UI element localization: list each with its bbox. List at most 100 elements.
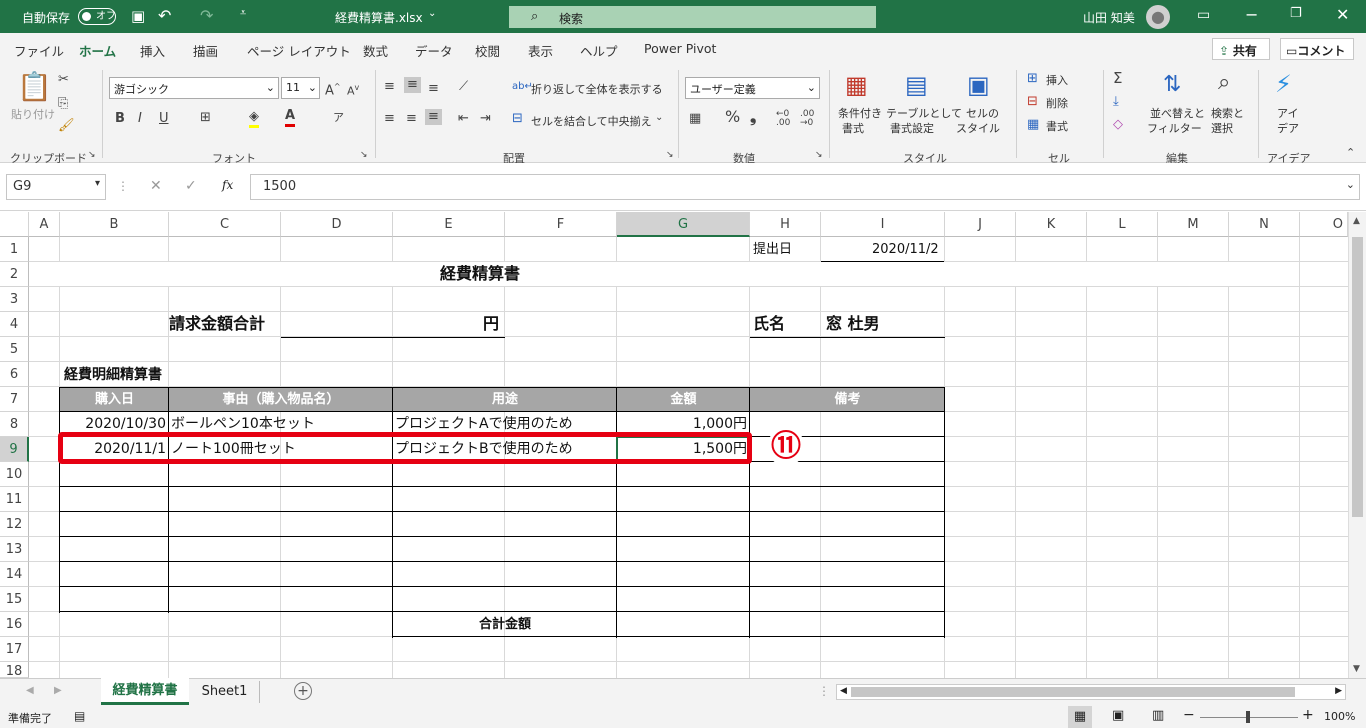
table-header-notes[interactable]: 備考 — [750, 387, 945, 412]
align-top-icon[interactable]: ≡ — [384, 79, 395, 95]
row-header-selected[interactable]: 9 — [0, 437, 29, 462]
decrease-indent-icon[interactable]: ⇤ — [458, 111, 469, 127]
merge-center-button[interactable]: セルを結合して中央揃え — [531, 113, 652, 129]
scrollbar-thumb[interactable] — [1352, 237, 1363, 517]
close-icon[interactable]: ✕ — [1336, 5, 1349, 24]
font-launcher-icon[interactable]: ↘ — [360, 150, 368, 160]
borders-icon[interactable]: ⊞ — [200, 110, 211, 126]
increase-font-icon[interactable]: A^ — [325, 79, 341, 99]
name-value[interactable]: 窓 杜男 — [826, 315, 880, 333]
tab-page-layout[interactable]: ページ レイアウト — [247, 41, 351, 60]
scroll-down-icon[interactable]: ▼ — [1353, 664, 1360, 674]
conditional-formatting-label-2[interactable]: 書式 — [842, 120, 864, 136]
column-header[interactable]: H — [750, 212, 821, 237]
tab-draw[interactable]: 描画 — [193, 41, 218, 60]
submit-date-value[interactable]: 2020/11/2 — [872, 241, 939, 259]
zoom-level[interactable]: 100% — [1324, 710, 1355, 723]
detail-title[interactable]: 経費明細精算書 — [64, 366, 162, 384]
tab-review[interactable]: 校閲 — [475, 41, 500, 60]
scroll-left-icon[interactable]: ◀ — [840, 686, 847, 696]
qat-customize-icon[interactable]: ⩡ — [240, 6, 246, 20]
tab-help[interactable]: ヘルプ — [580, 41, 618, 60]
row-header[interactable]: 3 — [0, 287, 29, 312]
column-header[interactable]: A — [29, 212, 60, 237]
insert-cells-icon[interactable]: ⊞ — [1027, 71, 1038, 87]
sort-filter-label-2[interactable]: フィルター — [1147, 120, 1202, 136]
column-header[interactable]: N — [1229, 212, 1300, 237]
redo-icon[interactable]: ↷ — [200, 6, 213, 25]
find-select-label-2[interactable]: 選択 — [1211, 120, 1233, 136]
column-header[interactable]: B — [60, 212, 169, 237]
paste-icon[interactable]: 📋 — [17, 72, 52, 102]
tab-data[interactable]: データ — [415, 41, 453, 60]
restore-icon[interactable]: ❐ — [1290, 6, 1302, 21]
bold-button[interactable]: B — [115, 111, 125, 127]
cell-styles-label-2[interactable]: スタイル — [956, 120, 1000, 136]
column-header[interactable]: K — [1016, 212, 1087, 237]
tab-power-pivot[interactable]: Power Pivot — [644, 41, 716, 56]
scroll-up-icon[interactable]: ▲ — [1353, 216, 1360, 226]
fill-icon[interactable]: ⤓ — [1113, 94, 1119, 110]
zoom-slider-thumb[interactable] — [1246, 711, 1250, 723]
normal-view-icon[interactable]: ▦ — [1068, 706, 1092, 728]
table-header-date[interactable]: 購入日 — [60, 387, 169, 412]
column-header[interactable]: L — [1087, 212, 1158, 237]
name-label[interactable]: 氏名 — [753, 315, 785, 333]
column-header[interactable]: D — [281, 212, 393, 237]
save-icon[interactable]: ▣ — [131, 7, 145, 25]
row-header[interactable]: 11 — [0, 487, 29, 512]
total-amount-label[interactable]: 請求金額合計 — [169, 315, 265, 333]
comma-style-icon[interactable]: ❟ — [750, 109, 756, 125]
tab-insert[interactable]: 挿入 — [140, 41, 165, 60]
fill-color-icon[interactable]: ◈ — [249, 109, 259, 128]
cancel-icon[interactable]: ✕ — [150, 178, 162, 194]
column-header[interactable]: F — [505, 212, 617, 237]
align-bottom-icon[interactable]: ≡ — [428, 81, 439, 97]
column-header[interactable]: I — [821, 212, 945, 237]
table-cell-amount[interactable]: 1,000円 — [617, 415, 747, 433]
find-select-label-1[interactable]: 検索と — [1211, 105, 1244, 121]
conditional-formatting-icon[interactable]: ▦ — [845, 72, 868, 98]
increase-decimal-icon[interactable]: ←0.00 — [776, 110, 790, 128]
decrease-font-icon[interactable]: Av — [347, 80, 359, 100]
column-header[interactable]: O — [1300, 212, 1348, 237]
column-header[interactable]: M — [1158, 212, 1229, 237]
column-header[interactable]: E — [393, 212, 505, 237]
row-header[interactable]: 1 — [0, 237, 29, 262]
ideas-label-1[interactable]: アイ — [1277, 105, 1298, 121]
delete-cells-button[interactable]: 削除 — [1046, 95, 1068, 111]
merge-icon[interactable]: ⊟ — [512, 111, 523, 127]
sum-label[interactable]: 合計金額 — [393, 616, 617, 634]
share-button[interactable]: ⇪ 共有 — [1212, 38, 1270, 60]
table-cell-item[interactable]: ボールペン10本セット — [171, 415, 315, 433]
yen-label[interactable]: 円 — [483, 315, 499, 333]
accounting-format-icon[interactable]: ▦ — [689, 111, 701, 127]
accessibility-icon[interactable]: ▤ — [74, 709, 85, 723]
insert-cells-button[interactable]: 挿入 — [1046, 72, 1068, 88]
paste-label[interactable]: 貼り付け — [11, 106, 55, 122]
add-sheet-icon[interactable]: + — [294, 682, 312, 700]
cell-styles-label-1[interactable]: セルの — [966, 105, 999, 121]
format-as-table-label-1[interactable]: テーブルとして — [886, 105, 962, 121]
column-header-selected[interactable]: G — [617, 212, 750, 237]
orientation-icon[interactable]: ⟋ — [459, 79, 468, 95]
ideas-icon[interactable]: ⚡ — [1275, 70, 1292, 98]
cell-styles-icon[interactable]: ▣ — [967, 72, 990, 98]
zoom-out-icon[interactable]: − — [1183, 707, 1195, 723]
name-box[interactable]: G9 ▾ — [6, 174, 106, 200]
search-box[interactable]: ⌕ 検索 — [509, 6, 876, 28]
row-header[interactable]: 16 — [0, 612, 29, 637]
table-header-purpose[interactable]: 用途 — [393, 387, 617, 412]
row-header[interactable]: 18 — [0, 662, 29, 678]
conditional-formatting-label-1[interactable]: 条件付き — [838, 105, 882, 121]
row-header[interactable]: 2 — [0, 262, 29, 287]
align-middle-icon[interactable]: ≡ — [404, 77, 421, 93]
table-header-amount[interactable]: 金額 — [617, 387, 750, 412]
avatar[interactable]: ● — [1146, 5, 1170, 29]
scroll-right-icon[interactable]: ▶ — [1335, 686, 1342, 696]
increase-indent-icon[interactable]: ⇥ — [480, 111, 491, 127]
chevron-down-icon[interactable]: ⌄ — [655, 110, 663, 126]
number-format-select[interactable]: ユーザー定義 ⌄ — [685, 77, 820, 99]
wrap-text-icon[interactable]: ab↵ — [512, 79, 533, 95]
phonetic-icon[interactable]: ア — [333, 110, 344, 126]
